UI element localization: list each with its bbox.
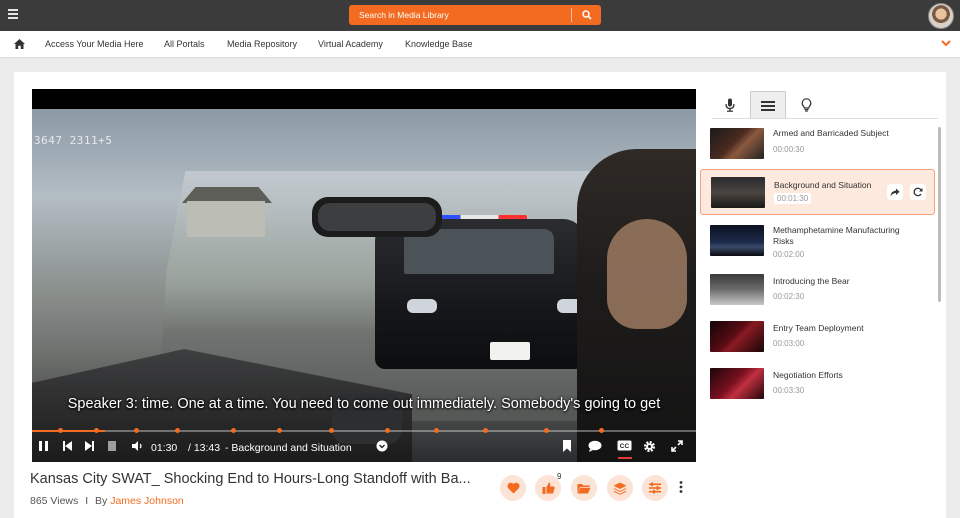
duration: / 13:43 — [188, 442, 221, 454]
replay-button[interactable] — [910, 184, 926, 200]
share-button[interactable] — [887, 184, 903, 200]
nav-item-knowledge-base[interactable]: Knowledge Base — [405, 39, 473, 49]
microphone-icon — [725, 98, 735, 112]
chapter-marker[interactable] — [231, 428, 236, 433]
chevron-down-icon[interactable] — [941, 40, 951, 47]
chapter-timestamp: 00:00:30 — [773, 145, 805, 154]
player-controls: 01:30 / 13:43 - Background and Situation… — [32, 434, 696, 462]
author-link[interactable]: James Johnson — [110, 495, 184, 507]
nav-item-all-portals[interactable]: All Portals — [164, 39, 205, 49]
adjust-button[interactable] — [642, 475, 668, 501]
meta-separator: I — [85, 495, 89, 507]
bookmark-icon[interactable] — [562, 440, 572, 452]
chapter-marker[interactable] — [94, 428, 99, 433]
view-count: 865 Views — [30, 495, 79, 507]
chapter-marker[interactable] — [544, 428, 549, 433]
top-bar — [0, 0, 960, 31]
chapter-marker[interactable] — [599, 428, 604, 433]
playlist-button[interactable] — [607, 475, 633, 501]
nav-item-virtual-academy[interactable]: Virtual Academy — [318, 39, 383, 49]
closed-captions-icon[interactable]: CC — [617, 440, 632, 451]
chapter-title: Armed and Barricaded Subject — [773, 128, 889, 138]
hamburger-menu-icon[interactable] — [8, 9, 18, 21]
chapter-item-active[interactable]: Background and Situation 00:01:30 — [700, 169, 935, 215]
search-input[interactable] — [349, 5, 571, 25]
nav-item-access-media[interactable]: Access Your Media Here — [45, 39, 144, 49]
cc-active-indicator — [618, 457, 632, 459]
user-avatar[interactable] — [928, 3, 954, 29]
share-icon — [890, 188, 900, 196]
chapter-timestamp: 00:02:30 — [773, 292, 805, 301]
thumbs-up-icon — [542, 482, 555, 494]
chapter-title: Introducing the Bear — [773, 276, 850, 286]
chapter-item[interactable]: Entry Team Deployment 00:03:00 — [700, 317, 935, 361]
list-icon — [761, 100, 775, 111]
chapter-thumbnail — [710, 274, 764, 305]
tab-chapters[interactable] — [750, 91, 786, 119]
chapter-thumbnail — [711, 177, 765, 208]
chapter-item[interactable]: Negotiation Efforts 00:03:30 — [700, 364, 935, 408]
chapter-timestamp: 00:02:00 — [773, 250, 805, 259]
chapter-item[interactable]: Introducing the Bear 00:02:30 — [700, 270, 935, 314]
chapter-marker[interactable] — [434, 428, 439, 433]
favorite-button[interactable] — [500, 475, 526, 501]
video-meta: 865 Views I By James Johnson — [30, 495, 184, 507]
heart-icon — [506, 482, 520, 494]
video-title: Kansas City SWAT_ Shocking End to Hours-… — [30, 471, 471, 487]
chapter-timestamp: 00:03:00 — [773, 339, 805, 348]
pause-icon[interactable] — [38, 440, 49, 452]
nav-item-media-repository[interactable]: Media Repository — [227, 39, 297, 49]
tab-insights[interactable] — [788, 91, 824, 119]
chapter-timestamp: 00:01:30 — [774, 193, 812, 204]
sliders-icon — [649, 482, 661, 494]
chapter-marker[interactable] — [175, 428, 180, 433]
volume-icon[interactable] — [131, 440, 143, 452]
chapter-thumbnail — [710, 128, 764, 159]
layers-icon — [613, 482, 627, 495]
chapter-marker[interactable] — [58, 428, 63, 433]
progress-bar[interactable] — [32, 428, 696, 433]
by-label: By — [95, 495, 108, 507]
chapter-marker[interactable] — [134, 428, 139, 433]
more-options-icon[interactable] — [679, 481, 683, 493]
main-nav: Access Your Media Here All Portals Media… — [0, 31, 960, 58]
video-caption: Speaker 3: time. One at a time. You need… — [67, 396, 661, 412]
chapter-marker[interactable] — [277, 428, 282, 433]
chapter-thumbnail — [710, 321, 764, 352]
chapter-thumbnail — [710, 368, 764, 399]
svg-text:CC: CC — [620, 443, 630, 450]
chapter-dropdown-icon[interactable] — [376, 440, 388, 452]
like-count: 9 — [557, 472, 562, 481]
search-button[interactable] — [572, 5, 601, 25]
thumbnail-icon[interactable] — [107, 440, 117, 452]
chapter-marker[interactable] — [483, 428, 488, 433]
chapter-marker[interactable] — [329, 428, 334, 433]
settings-gear-icon[interactable] — [643, 440, 656, 453]
search-icon — [581, 10, 592, 20]
chapter-thumbnail — [710, 225, 764, 256]
chapter-list-scrollbar[interactable] — [938, 127, 941, 302]
chapter-title: Methamphetamine Manufacturing Risks — [773, 225, 900, 246]
current-chapter-label: - Background and Situation — [225, 442, 352, 454]
refresh-icon — [913, 187, 923, 197]
fullscreen-icon[interactable] — [671, 440, 683, 452]
tab-transcript[interactable] — [712, 91, 748, 119]
chapter-item[interactable]: Armed and Barricaded Subject 00:00:30 — [700, 123, 935, 167]
chapter-timestamp: 00:03:30 — [773, 386, 805, 395]
tabs-divider — [712, 118, 938, 119]
video-watermark: 3647 2311+5 — [34, 134, 113, 147]
chapter-marker[interactable] — [385, 428, 390, 433]
chapter-title: Negotiation Efforts — [773, 370, 843, 380]
folder-icon — [577, 483, 591, 493]
search-box — [349, 5, 601, 25]
next-chapter-icon[interactable] — [83, 440, 95, 452]
lightbulb-icon — [801, 98, 811, 112]
previous-chapter-icon[interactable] — [62, 440, 74, 452]
chapter-title: Entry Team Deployment — [773, 323, 864, 333]
folder-button[interactable] — [571, 475, 597, 501]
home-icon[interactable] — [14, 39, 25, 49]
comment-icon[interactable] — [588, 440, 602, 452]
chapter-item[interactable]: Methamphetamine Manufacturing Risks 00:0… — [700, 221, 935, 265]
current-time: 01:30 — [151, 442, 178, 454]
